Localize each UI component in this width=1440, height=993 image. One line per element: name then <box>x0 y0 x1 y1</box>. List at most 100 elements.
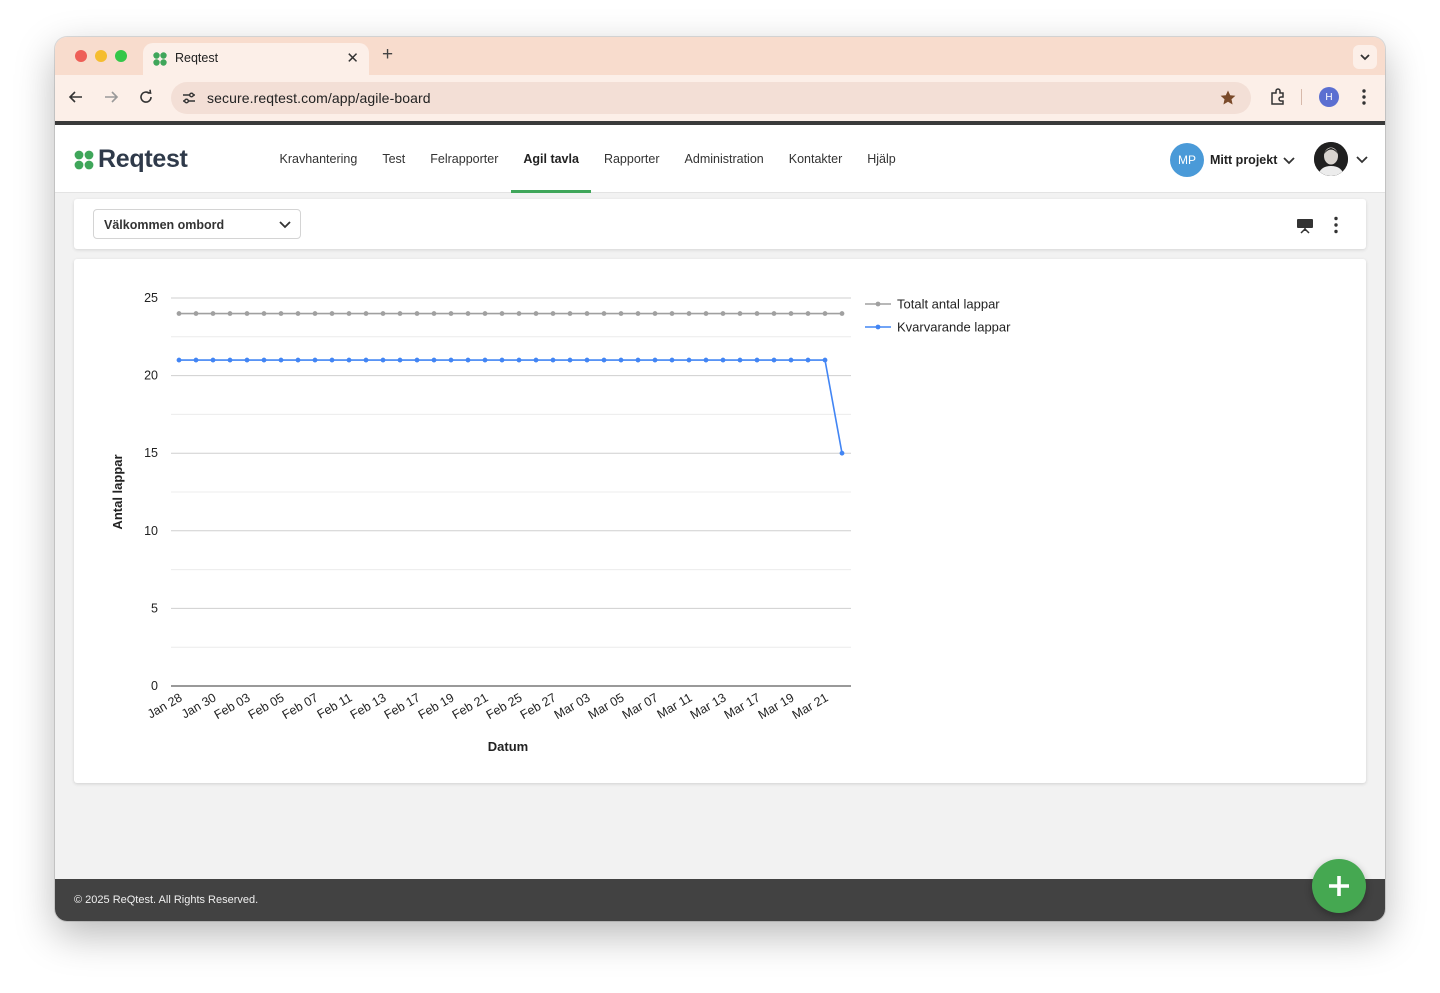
data-point <box>788 311 794 316</box>
data-point <box>754 311 760 316</box>
data-point <box>176 311 182 316</box>
extensions-puzzle-icon[interactable] <box>1268 87 1288 107</box>
bookmark-star-icon[interactable] <box>1219 89 1237 107</box>
data-point <box>618 311 624 316</box>
nav-item-agil-tavla[interactable]: Agil tavla <box>510 125 592 193</box>
new-tab-icon[interactable]: + <box>382 45 393 65</box>
y-tick-label: 15 <box>144 446 158 460</box>
add-item-button[interactable] <box>1312 859 1366 913</box>
data-point <box>482 357 488 363</box>
data-point <box>584 311 590 316</box>
nav-item-rapporter[interactable]: Rapporter <box>591 125 672 193</box>
tab-search-button[interactable] <box>1353 45 1377 69</box>
burndown-chart: 0 5 10 15 20 25 Antal lappar Jan 28Jan 30Feb 03… <box>110 291 1011 754</box>
nav-item-kravhantering[interactable]: Kravhantering <box>267 125 370 193</box>
x-tick-label: Feb 17 <box>382 690 423 722</box>
nav-item-test[interactable]: Test <box>370 125 418 193</box>
data-point <box>516 311 522 316</box>
data-point <box>210 311 216 316</box>
x-tick-label: Mar 13 <box>688 690 729 722</box>
data-point <box>261 357 267 363</box>
browser-profile-avatar[interactable]: H <box>1319 87 1339 107</box>
data-point <box>669 311 675 316</box>
browser-tab[interactable]: Reqtest ✕ <box>143 43 369 75</box>
x-tick-label: Feb 03 <box>212 690 253 722</box>
back-button[interactable] <box>66 87 86 107</box>
reqtest-logo[interactable]: Reqtest <box>73 145 188 174</box>
tab-close-icon[interactable]: ✕ <box>346 49 359 67</box>
data-point <box>448 311 454 316</box>
user-photo-icon <box>1314 142 1348 176</box>
series-line <box>179 359 843 454</box>
reload-icon <box>140 89 152 103</box>
data-point <box>482 311 488 316</box>
address-bar[interactable]: secure.reqtest.com/app/agile-board <box>171 82 1251 114</box>
nav-item-felrapporter[interactable]: Felrapporter <box>418 125 511 193</box>
x-tick-label: Mar 19 <box>756 690 797 722</box>
data-point <box>244 311 250 316</box>
project-avatar: MP <box>1170 143 1204 177</box>
project-label: Mitt projekt <box>1210 153 1278 167</box>
chevron-down-icon <box>1356 156 1368 164</box>
legend-label: Kvarvarande lappar <box>897 320 1011 335</box>
data-point <box>397 357 403 363</box>
data-point <box>431 357 437 363</box>
legend-label: Totalt antal lappar <box>897 297 1000 312</box>
data-point <box>227 357 233 363</box>
x-tick-label: Feb 13 <box>348 690 389 722</box>
x-tick-label: Feb 25 <box>484 690 525 722</box>
data-point <box>771 311 777 316</box>
board-select[interactable]: Välkommen ombord <box>93 209 301 239</box>
data-point <box>839 450 845 456</box>
presentation-board-icon[interactable] <box>1296 216 1314 234</box>
x-tick-label: Feb 19 <box>416 690 457 722</box>
data-point <box>737 357 743 363</box>
data-point <box>414 357 420 363</box>
chevron-down-icon <box>1283 157 1295 165</box>
data-point <box>431 311 437 316</box>
data-point <box>533 357 539 363</box>
arrow-left-icon <box>68 91 82 103</box>
data-point <box>652 311 658 316</box>
data-point <box>822 357 828 363</box>
data-point <box>550 311 556 316</box>
data-point <box>465 357 471 363</box>
maximize-window-button[interactable] <box>115 50 127 62</box>
data-point <box>584 357 590 363</box>
page-footer: © 2025 ReQtest. All Rights Reserved. <box>55 879 1385 921</box>
user-menu[interactable] <box>1314 142 1369 176</box>
data-point <box>363 357 369 363</box>
forward-button[interactable] <box>101 87 121 107</box>
data-point <box>363 311 369 316</box>
minimize-window-button[interactable] <box>95 50 107 62</box>
legend-marker <box>875 301 881 307</box>
x-tick-label: Feb 05 <box>246 690 287 722</box>
x-tick-label: Feb 07 <box>280 690 321 722</box>
data-point <box>839 311 845 316</box>
data-point <box>329 357 335 363</box>
data-point <box>635 357 641 363</box>
close-window-button[interactable] <box>75 50 87 62</box>
nav-item-hjalp[interactable]: Hjälp <box>855 125 909 193</box>
more-options-icon[interactable] <box>1327 216 1345 234</box>
x-tick-label: Mar 11 <box>655 690 695 721</box>
nav-item-kontakter[interactable]: Kontakter <box>776 125 855 193</box>
project-selector[interactable]: MP Mitt projekt <box>1170 143 1296 177</box>
tab-title: Reqtest <box>175 51 219 65</box>
data-point <box>176 357 182 363</box>
board-toolbar: Välkommen ombord <box>74 199 1366 249</box>
reload-button[interactable] <box>136 87 156 107</box>
data-point <box>703 311 709 316</box>
nav-item-administration[interactable]: Administration <box>672 125 776 193</box>
data-point <box>567 311 573 316</box>
browser-menu-icon[interactable] <box>1354 87 1374 107</box>
site-settings-icon[interactable] <box>181 90 197 106</box>
data-point <box>703 357 709 363</box>
data-point <box>567 357 573 363</box>
x-tick-label: Feb 21 <box>450 690 491 722</box>
data-point <box>669 357 675 363</box>
data-point <box>720 357 726 363</box>
x-tick-label: Jan 30 <box>179 690 219 721</box>
logo-text: Reqtest <box>98 145 188 173</box>
y-axis-title: Antal lappar <box>110 454 125 529</box>
